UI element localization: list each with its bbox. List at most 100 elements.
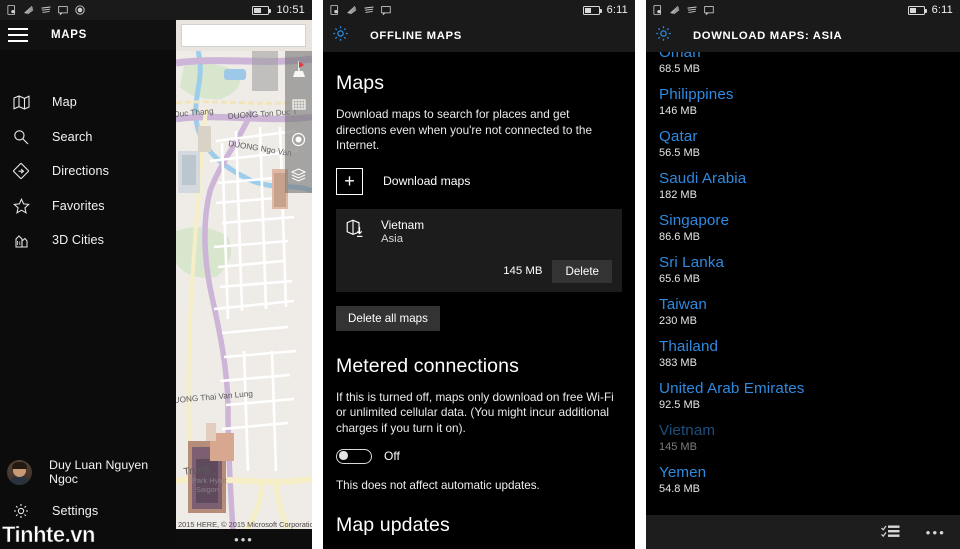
country-size: 54.8 MB: [659, 483, 700, 495]
page-title: OFFLINE MAPS: [370, 30, 462, 42]
country-name: Yemen: [659, 464, 707, 481]
country-name: Thailand: [659, 338, 719, 355]
sidebar-item-3d-cities[interactable]: 3D Cities: [0, 223, 176, 258]
delete-all-maps-button[interactable]: Delete all maps: [336, 305, 440, 331]
locate-icon[interactable]: [285, 122, 312, 158]
status-icons: [329, 4, 392, 16]
country-name: Vietnam: [659, 422, 716, 439]
status-time: 10:51: [276, 4, 305, 16]
sms-icon: [58, 6, 68, 16]
country-size: 230 MB: [659, 315, 697, 327]
country-size: 92.5 MB: [659, 399, 700, 411]
list-item[interactable]: Saudi Arabia 182 MB: [659, 165, 947, 207]
gear-icon: [655, 25, 672, 47]
status-time: 6:11: [606, 4, 628, 16]
sidebar-item-directions[interactable]: Directions: [0, 154, 176, 189]
country-size: 65.6 MB: [659, 273, 700, 285]
gear-icon: [332, 25, 349, 47]
battery-icon: [907, 5, 927, 15]
svg-text:Saigon: Saigon: [196, 485, 219, 494]
section-title-map-updates: Map updates: [336, 513, 450, 536]
sidebar-item-map[interactable]: Map: [0, 85, 176, 120]
country-name: United Arab Emirates: [659, 380, 805, 397]
nav-bottom-section: Duy Luan Nguyen Ngoc Settings: [0, 451, 176, 529]
list-item[interactable]: Singapore 86.6 MB: [659, 207, 947, 249]
country-size: 56.5 MB: [659, 147, 700, 159]
status-bar: 10:51: [0, 0, 312, 20]
sms-icon: [704, 6, 714, 16]
avatar: [7, 459, 32, 485]
downloaded-map-info: Vietnam Asia: [346, 218, 612, 246]
sidebar-item-label: 3D Cities: [52, 233, 104, 248]
hamburger-icon[interactable]: [8, 28, 28, 42]
settings-body: Maps Download maps to search for places …: [323, 72, 635, 549]
maps-appbar-more-button[interactable]: •••: [176, 529, 312, 549]
maps-description: Download maps to search for places and g…: [336, 107, 593, 153]
sidebar-item-favorites[interactable]: Favorites: [0, 189, 176, 224]
download-maps-button[interactable]: + Download maps: [336, 167, 622, 195]
map-controls-toolbar[interactable]: [285, 51, 312, 193]
layers-icon[interactable]: [285, 158, 312, 194]
list-item[interactable]: United Arab Emirates 92.5 MB: [659, 375, 947, 417]
star-icon: [9, 196, 33, 216]
country-size: 86.6 MB: [659, 231, 700, 243]
country-size: 383 MB: [659, 357, 697, 369]
screenshot-stage: 10:51 Duc Thang DUONG Ton Duc T DUONG Ng…: [0, 0, 960, 549]
plus-icon: +: [336, 167, 363, 195]
tilt-3d-icon[interactable]: [285, 51, 312, 87]
country-name: Oman: [659, 52, 701, 61]
list-item[interactable]: Oman 68.5 MB: [659, 52, 947, 81]
country-name: Philippines: [659, 86, 734, 103]
list-item[interactable]: Qatar 56.5 MB: [659, 123, 947, 165]
list-item[interactable]: Sri Lanka 65.6 MB: [659, 249, 947, 291]
svg-text:Park Hyatt: Park Hyatt: [192, 476, 227, 485]
cellular-signal-icon: [41, 6, 51, 13]
sim-icon: [330, 5, 339, 15]
delete-button[interactable]: Delete: [552, 259, 612, 283]
section-title-metered: Metered connections: [336, 354, 519, 377]
sim-icon: [653, 5, 662, 15]
downloaded-map-region: Asia: [381, 232, 403, 245]
list-item[interactable]: Vietnam 145 MB: [659, 417, 947, 459]
search-input[interactable]: [181, 24, 306, 47]
metered-toggle-row[interactable]: Off: [336, 448, 622, 464]
downloaded-map-text: Vietnam Asia: [381, 218, 424, 246]
download-maps-panel: 6:11 DOWNLOAD MAPS: ASIA Oman 68.5 MB Ph…: [646, 0, 960, 549]
list-item[interactable]: Thailand 383 MB: [659, 333, 947, 375]
list-item[interactable]: Yemen 54.8 MB: [659, 459, 947, 501]
map-attribution: 2015 HERE, © 2015 Microsoft Corporation: [178, 520, 312, 529]
list-item[interactable]: Philippines 146 MB: [659, 81, 947, 123]
grid-icon[interactable]: [285, 87, 312, 123]
downloaded-map-size: 145 MB: [503, 265, 543, 278]
country-name: Sri Lanka: [659, 254, 725, 271]
country-name: Saudi Arabia: [659, 170, 747, 187]
country-list-inner: Oman 68.5 MB Philippines 146 MB Qatar 56…: [659, 52, 947, 501]
search-icon: [9, 127, 33, 147]
page-title: MAPS: [51, 29, 88, 41]
map-area[interactable]: Duc Thang DUONG Ton Duc T DUONG Ngo Van …: [176, 20, 312, 549]
select-list-icon[interactable]: [880, 524, 900, 540]
country-size: 146 MB: [659, 105, 697, 117]
download-maps-label: Download maps: [383, 174, 471, 189]
offline-maps-panel: 6:11 OFFLINE MAPS Maps Download maps to …: [323, 0, 635, 549]
bottom-appbar: •••: [646, 515, 960, 549]
metered-toggle[interactable]: [336, 448, 372, 464]
appbar-more-button[interactable]: •••: [926, 526, 946, 539]
country-name: Singapore: [659, 212, 730, 229]
sidebar-item-label: Favorites: [52, 198, 105, 213]
country-list[interactable]: Oman 68.5 MB Philippines 146 MB Qatar 56…: [646, 52, 960, 537]
account-row[interactable]: Duy Luan Nguyen Ngoc: [0, 451, 176, 493]
record-icon: [75, 5, 85, 15]
sidebar-item-search[interactable]: Search: [0, 120, 176, 155]
country-name: Qatar: [659, 128, 698, 145]
country-size: 182 MB: [659, 189, 697, 201]
list-item[interactable]: Taiwan 230 MB: [659, 291, 947, 333]
map-icon: [9, 92, 33, 112]
navigation-pane: MAPS Map Search Directions Favorites 3D …: [0, 20, 176, 549]
sidebar-item-label: Directions: [52, 164, 109, 179]
account-name: Duy Luan Nguyen Ngoc: [49, 458, 149, 486]
battery-icon: [252, 5, 272, 15]
status-right: 6:11: [582, 4, 628, 16]
settings-label: Settings: [52, 504, 99, 518]
status-time: 6:11: [931, 4, 953, 16]
